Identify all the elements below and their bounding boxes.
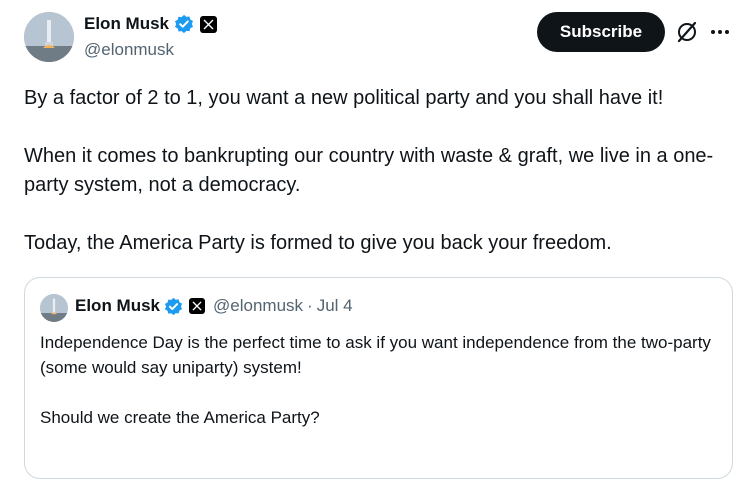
handle[interactable]: @elonmusk (84, 40, 217, 60)
quoted-tweet-card[interactable]: Elon Musk @elonmusk · Jul 4 Independence… (24, 277, 733, 479)
grok-icon[interactable] (675, 20, 699, 44)
dot-separator: · (307, 296, 313, 315)
quoted-avatar (40, 294, 68, 322)
x-logo-icon (189, 298, 206, 314)
quoted-display-name: Elon Musk (75, 296, 161, 315)
tweet-text: By a factor of 2 to 1, you want a new po… (24, 84, 739, 258)
quoted-date: Jul 4 (316, 296, 353, 315)
name-row: Elon Musk (84, 12, 218, 36)
verified-badge-icon[interactable] (174, 14, 194, 34)
author-block: Elon Musk @elonmusk (84, 12, 218, 60)
quoted-paragraph: Should we create the America Party? (40, 408, 320, 427)
subscribe-button[interactable]: Subscribe (537, 12, 665, 52)
display-name[interactable]: Elon Musk (84, 14, 169, 34)
tweet-paragraph: When it comes to bankrupting our country… (24, 145, 714, 196)
quoted-text: Independence Day is the perfect time to … (40, 330, 720, 430)
tweet-paragraph: Today, the America Party is formed to gi… (24, 232, 612, 254)
post: Elon Musk @elonmusk Subscribe By a facto… (0, 0, 749, 479)
tweet-paragraph: By a factor of 2 to 1, you want a new po… (24, 87, 664, 109)
quoted-paragraph: Independence Day is the perfect time to … (40, 333, 711, 377)
more-icon[interactable] (709, 20, 731, 44)
verified-badge-icon (164, 297, 183, 316)
quoted-handle: @elonmusk (213, 296, 304, 315)
quoted-header: Elon Musk @elonmusk · Jul 4 (75, 296, 353, 316)
avatar[interactable] (24, 12, 74, 62)
x-logo-icon (200, 15, 218, 33)
